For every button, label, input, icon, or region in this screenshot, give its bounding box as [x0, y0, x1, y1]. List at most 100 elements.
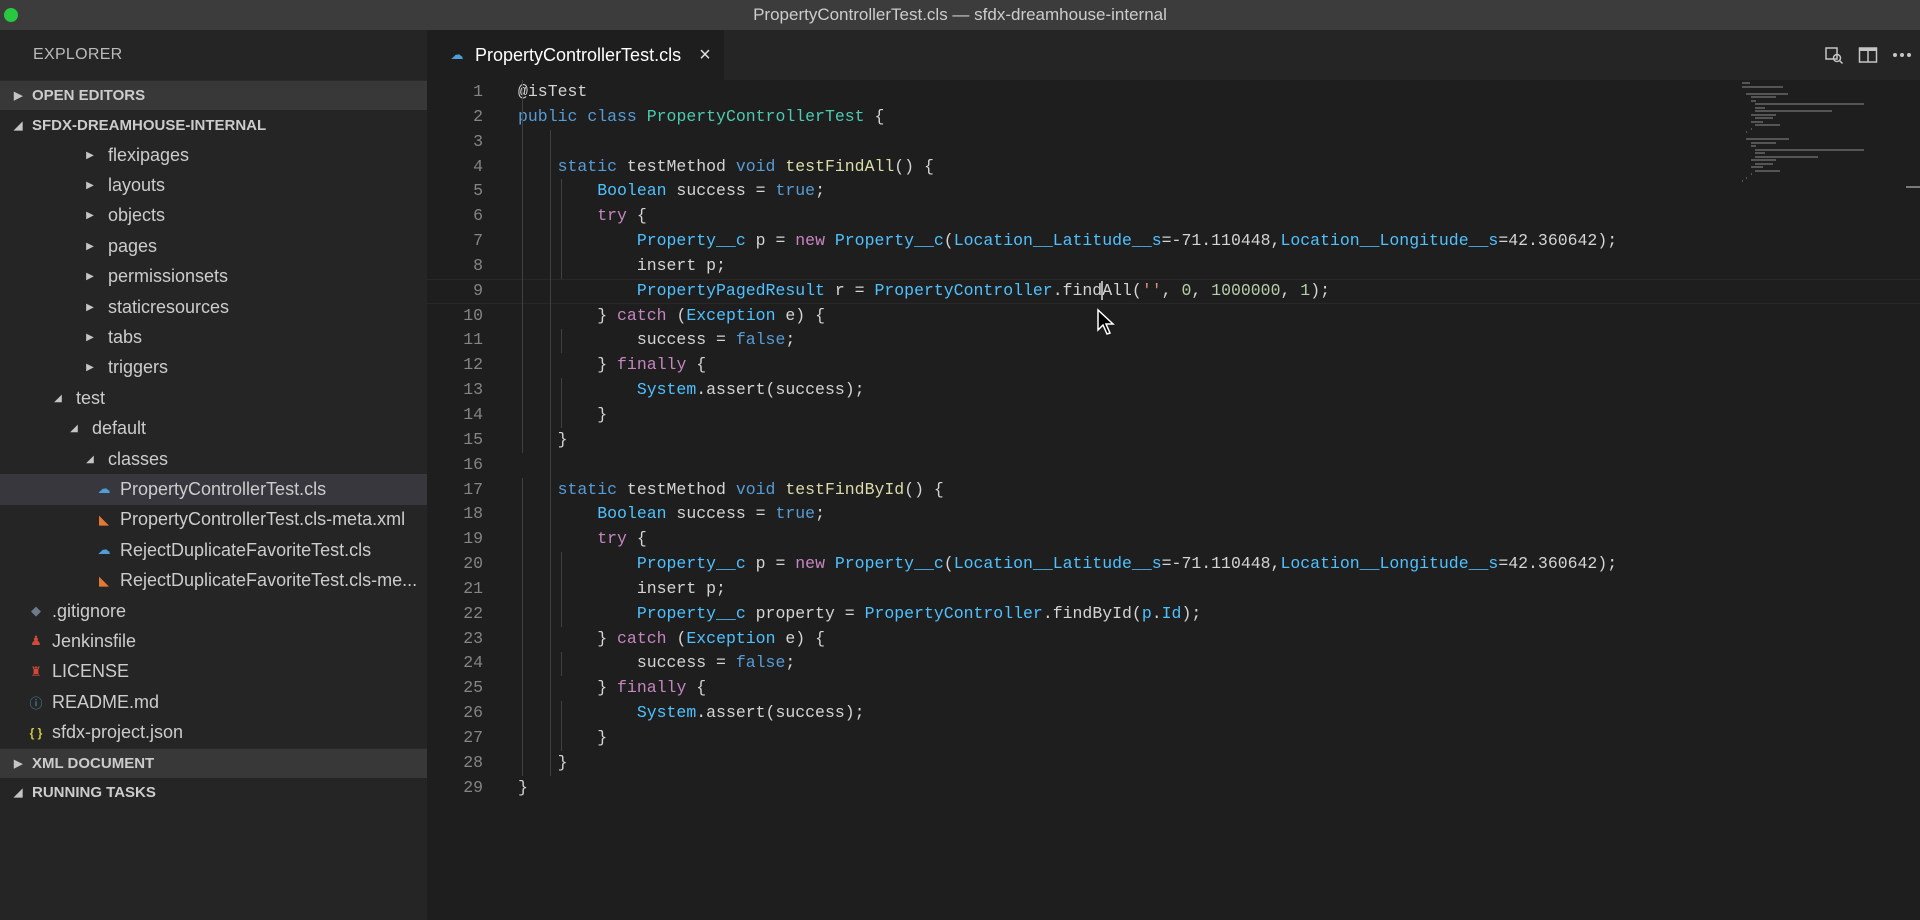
code-line[interactable]: }	[518, 776, 1720, 801]
tree-item[interactable]: ◆ .gitignore	[0, 596, 427, 626]
chevron-right-icon: ▶	[86, 332, 94, 344]
code-line[interactable]: try {	[518, 204, 1720, 229]
tree-item[interactable]: ▶ layouts	[0, 170, 427, 200]
tree-item[interactable]: ▶ tabs	[0, 322, 427, 352]
code-line[interactable]: try {	[518, 527, 1720, 552]
code-token: }	[518, 777, 528, 797]
tree-item[interactable]: ◢ test	[0, 383, 427, 413]
code-line[interactable]: insert p;	[518, 577, 1720, 602]
code-line[interactable]: System.assert(success);	[518, 378, 1720, 403]
code-token: try	[518, 529, 627, 549]
code-line[interactable]: }	[518, 726, 1720, 751]
tree-item[interactable]: ☁ PropertyControllerTest.cls	[0, 474, 427, 505]
code-line[interactable]: }	[518, 428, 1720, 453]
tree-item[interactable]: ▶ permissionsets	[0, 262, 427, 292]
line-number: 6	[473, 206, 483, 226]
open-changes-icon[interactable]	[1818, 43, 1850, 67]
minimap-line	[1755, 103, 1865, 105]
tree-item[interactable]: ◣ RejectDuplicateFavoriteTest.cls-me...	[0, 565, 427, 595]
tab-property-controller-test[interactable]: ☁ PropertyControllerTest.cls ×	[427, 30, 724, 80]
minimap-line	[1750, 113, 1777, 116]
jenkins-icon: ♟	[30, 633, 42, 649]
section-project[interactable]: ◢ SFDX-DREAMHOUSE-INTERNAL	[0, 110, 427, 140]
minimap-line	[1755, 148, 1865, 151]
tree-item[interactable]: ⓘ README.md	[0, 687, 427, 717]
tree-item[interactable]: ♟ Jenkinsfile	[0, 626, 427, 656]
tree-item[interactable]: ▶ flexipages	[0, 140, 427, 170]
tree-item[interactable]: ◢ classes	[0, 444, 427, 474]
text-cursor	[1101, 280, 1104, 300]
code-line[interactable]: success = false;	[518, 651, 1720, 676]
tree-item[interactable]: ◣ PropertyControllerTest.cls-meta.xml	[0, 505, 427, 535]
window-title: PropertyControllerTest.cls — sfdx-dreamh…	[753, 5, 1167, 24]
code-line[interactable]: Boolean success = true;	[518, 179, 1720, 204]
section-xml-document-label: XML DOCUMENT	[32, 754, 155, 772]
code-line[interactable]: } finally {	[518, 353, 1720, 378]
line-number: 13	[463, 380, 483, 400]
section-xml-document[interactable]: ▶ XML DOCUMENT	[0, 747, 427, 778]
chevron-right-icon: ▶	[14, 757, 23, 770]
tree-item[interactable]: ☁ RejectDuplicateFavoriteTest.cls	[0, 535, 427, 565]
code-line[interactable]: static testMethod void testFindAll() {	[518, 155, 1720, 180]
tree-item[interactable]: { } sfdx-project.json	[0, 717, 427, 747]
section-running-tasks-label: RUNNING TASKS	[32, 784, 156, 802]
minimap[interactable]	[1740, 80, 1920, 920]
tree-item-label: pages	[108, 235, 158, 256]
code-token: Property__c	[834, 554, 944, 574]
code-content[interactable]: @isTest public class PropertyControllerTe…	[427, 80, 1920, 801]
code-line[interactable]: success = false;	[518, 328, 1720, 353]
tree-item[interactable]: ▶ staticresources	[0, 292, 427, 322]
indent-guide	[561, 179, 563, 279]
code-token: Property__c	[518, 554, 746, 574]
code-token: () {	[894, 156, 934, 176]
tab-label: PropertyControllerTest.cls	[475, 44, 682, 65]
tree-item[interactable]: ♜ LICENSE	[0, 657, 427, 687]
line-number: 20	[463, 554, 483, 574]
code-line[interactable]: }	[518, 751, 1720, 776]
code-line[interactable]: } finally {	[518, 676, 1720, 701]
section-open-editors[interactable]: ▶ OPEN EDITORS	[0, 80, 427, 110]
more-actions-icon[interactable]	[1886, 43, 1918, 67]
tree-item[interactable]: ▶ triggers	[0, 353, 427, 383]
code-line[interactable]: @isTest	[518, 80, 1720, 105]
rss-icon: ◣	[99, 572, 109, 588]
code-line[interactable]: ​	[518, 453, 1720, 478]
chevron-right-icon: ▶	[86, 271, 94, 283]
code-token: ,	[1161, 280, 1182, 300]
scrollbar-marker[interactable]	[1906, 186, 1920, 188]
minimap-line	[1742, 85, 1783, 88]
window-close-button[interactable]	[4, 8, 18, 22]
code-line[interactable]: Boolean success = true;	[518, 502, 1720, 527]
code-line[interactable]: System.assert(success);	[518, 701, 1720, 726]
code-token: =42.360642);	[1498, 231, 1618, 251]
code-line[interactable]: Property__c property = PropertyControlle…	[518, 602, 1720, 627]
code-token: catch	[617, 305, 667, 325]
chevron-right-icon: ▶	[86, 362, 94, 374]
code-line[interactable]: }	[518, 403, 1720, 428]
cloud-icon: ☁	[97, 481, 111, 497]
code-line[interactable]: static testMethod void testFindById() {	[518, 478, 1720, 503]
code-line[interactable]: } catch (Exception e) {	[518, 627, 1720, 652]
code-line[interactable]: insert p;	[518, 254, 1720, 279]
code-line[interactable]: ​	[518, 130, 1720, 155]
split-editor-icon[interactable]	[1852, 43, 1884, 67]
info-icon: ⓘ	[29, 695, 43, 711]
line-number: 5	[473, 181, 483, 201]
code-line[interactable]: Property__c p = new Property__c(Location…	[518, 229, 1720, 254]
code-line[interactable]: } catch (Exception e) {	[518, 304, 1720, 329]
minimap-line	[1750, 159, 1777, 161]
code-line[interactable]: public class PropertyControllerTest {	[518, 105, 1720, 130]
code-token: static	[518, 479, 627, 499]
tree-item-label: sfdx-project.json	[52, 722, 184, 743]
indent-guide	[521, 477, 523, 776]
code-line[interactable]: PropertyPagedResult r = PropertyControll…	[427, 278, 1920, 304]
close-icon[interactable]: ×	[699, 44, 711, 67]
code-editor[interactable]: 1 2 3 4 5 6 7 8 9 10 11 12 13 14 15 16 17 18 19 20 21 22 23 24 2…	[427, 80, 1920, 920]
line-number: 26	[463, 703, 483, 723]
tree-item[interactable]: ▶ objects	[0, 201, 427, 231]
code-line[interactable]: Property__c p = new Property__c(Location…	[518, 552, 1720, 577]
tree-item[interactable]: ◢ default	[0, 414, 427, 444]
section-running-tasks[interactable]: ◢ RUNNING TASKS	[0, 778, 427, 808]
line-number: 10	[463, 305, 483, 325]
tree-item[interactable]: ▶ pages	[0, 231, 427, 261]
